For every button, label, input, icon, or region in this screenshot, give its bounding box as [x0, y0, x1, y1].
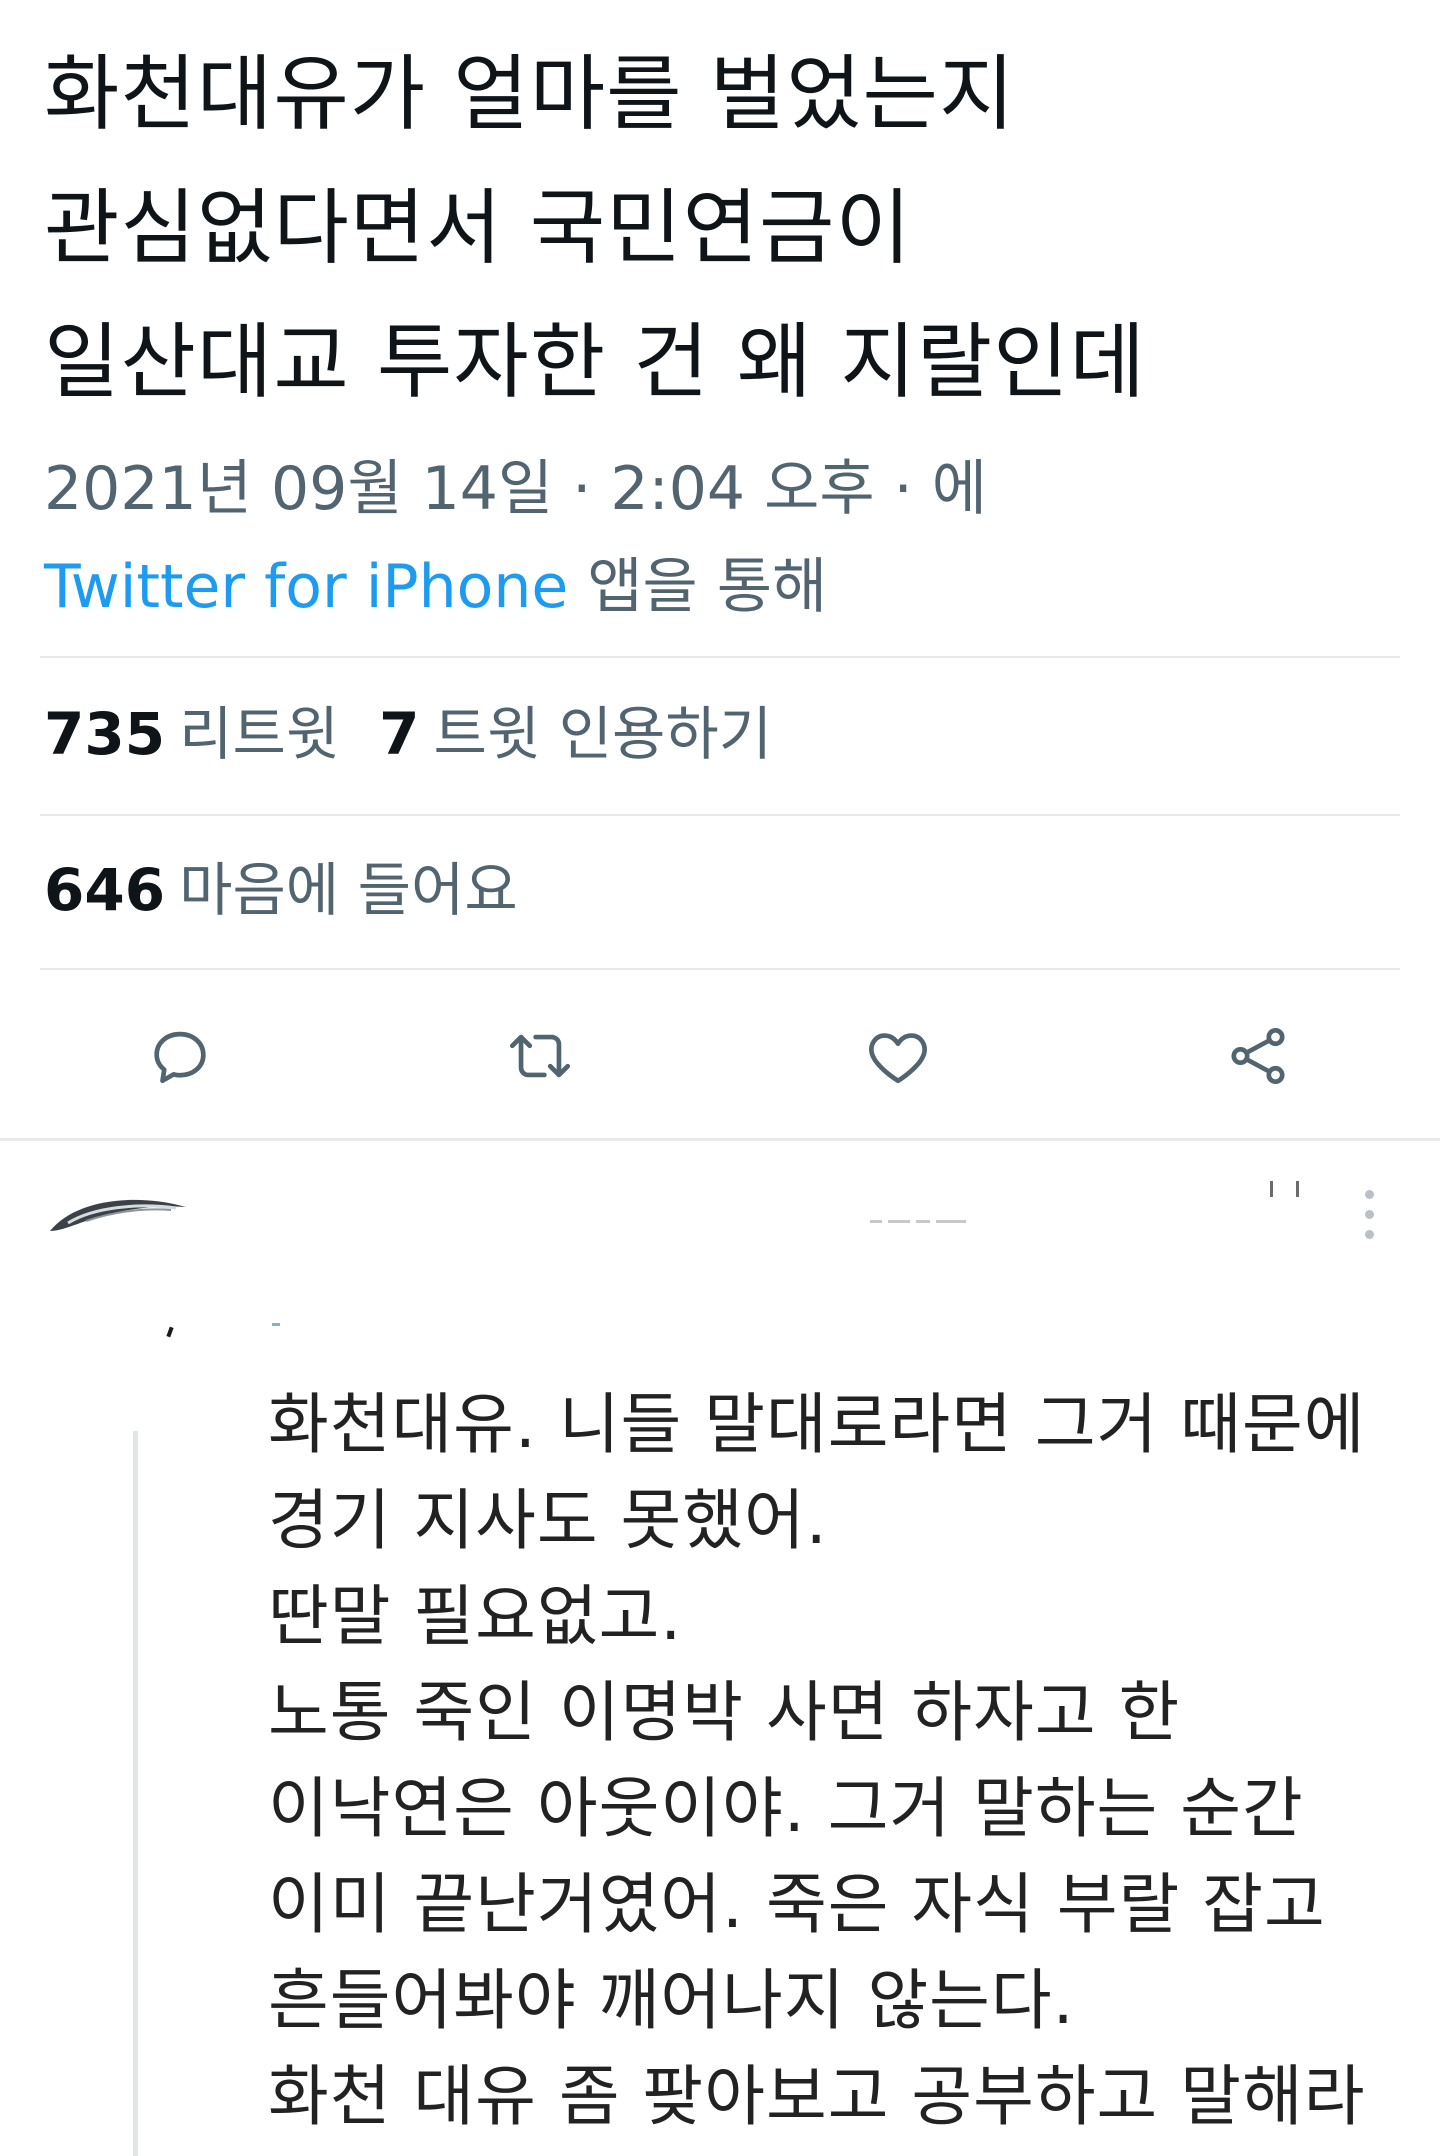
retweets-label[interactable]: 리트윗 [179, 700, 339, 768]
divider [40, 814, 1400, 816]
retweets-count[interactable]: 735 [44, 700, 165, 768]
reply-text-line: 경기 지사도 못했어. [268, 1482, 828, 1559]
retweet-button[interactable] [500, 1016, 580, 1096]
tweet-timestamp[interactable]: 2021년 09월 14일 · 2:04 오후 · 에 [44, 440, 987, 538]
thread-line [133, 1431, 138, 2156]
tweet-detail: 화천대유가 얼마를 벌었는지 관심없다면서 국민연금이 일산대교 투자한 건 왜… [0, 0, 1440, 1140]
like-icon [869, 1033, 927, 1084]
reply-tweet[interactable]: 화천대유. 니들 말대로라면 그거 때문에 경기 지사도 못했어. 딴말 필요없… [0, 1141, 1440, 2156]
retweet-stats: 735 리트윗 7 트윗 인용하기 [44, 694, 772, 774]
retweet-icon [509, 1034, 571, 1078]
reply-text: 화천대유. 니들 말대로라면 그거 때문에 경기 지사도 못했어. 딴말 필요없… [268, 1377, 1418, 2145]
tweet-text-line: 일산대교 투자한 건 왜 지랄인데 [44, 315, 1146, 410]
reply-icon [154, 1031, 206, 1084]
tweet-meta: 2021년 09월 14일 · 2:04 오후 · 에 Twitter for … [44, 440, 987, 636]
divider [40, 656, 1400, 658]
tweet-source-link[interactable]: Twitter for iPhone [44, 552, 568, 622]
reply-text-line: 흔들어봐야 깨어나지 않는다. [268, 1962, 1075, 2039]
more-vertical-icon[interactable] [1352, 1185, 1388, 1245]
reply-text-line: 딴말 필요없고. [268, 1578, 683, 1655]
likes-label[interactable]: 마음에 들어요 [179, 856, 518, 924]
reply-handle-redacted [166, 1321, 288, 1341]
tweet-source-suffix: 앱을 통해 [587, 552, 828, 622]
tweet-text-line: 화천대유가 얼마를 벌었는지 [44, 47, 1016, 142]
tweet-action-bar [0, 1000, 1440, 1110]
quotes-count[interactable]: 7 [379, 700, 419, 768]
reply-button[interactable] [140, 1016, 220, 1096]
avatar[interactable] [46, 1177, 196, 1267]
likes-count[interactable]: 646 [44, 856, 165, 924]
divider [40, 968, 1400, 970]
reply-text-line: 화천 대유 좀 팢아보고 공부하고 말해라 [268, 2058, 1366, 2135]
tweet-text-line: 관심없다면서 국민연금이 [44, 181, 912, 276]
share-button[interactable] [1218, 1016, 1298, 1096]
reply-text-line: 이낙연은 아웃이야. 그거 말하는 순간 [268, 1770, 1304, 1847]
likes-stats: 646 마음에 들어요 [44, 850, 518, 930]
reply-author-redacted [1270, 1181, 1330, 1211]
quotes-label[interactable]: 트윗 인용하기 [434, 700, 773, 768]
reply-text-line: 화천대유. 니들 말대로라면 그거 때문에 [268, 1386, 1366, 1463]
tweet-text: 화천대유가 얼마를 벌었는지 관심없다면서 국민연금이 일산대교 투자한 건 왜… [44, 28, 1404, 430]
reply-text-line: 노통 죽인 이명박 사면 하자고 한 [268, 1674, 1181, 1751]
reply-text-line: 이미 끝난거였어. 죽은 자식 부랄 잡고 [268, 1866, 1326, 1943]
like-button[interactable] [858, 1016, 938, 1096]
reply-author-redacted [870, 1211, 990, 1223]
share-icon [1231, 1028, 1285, 1085]
